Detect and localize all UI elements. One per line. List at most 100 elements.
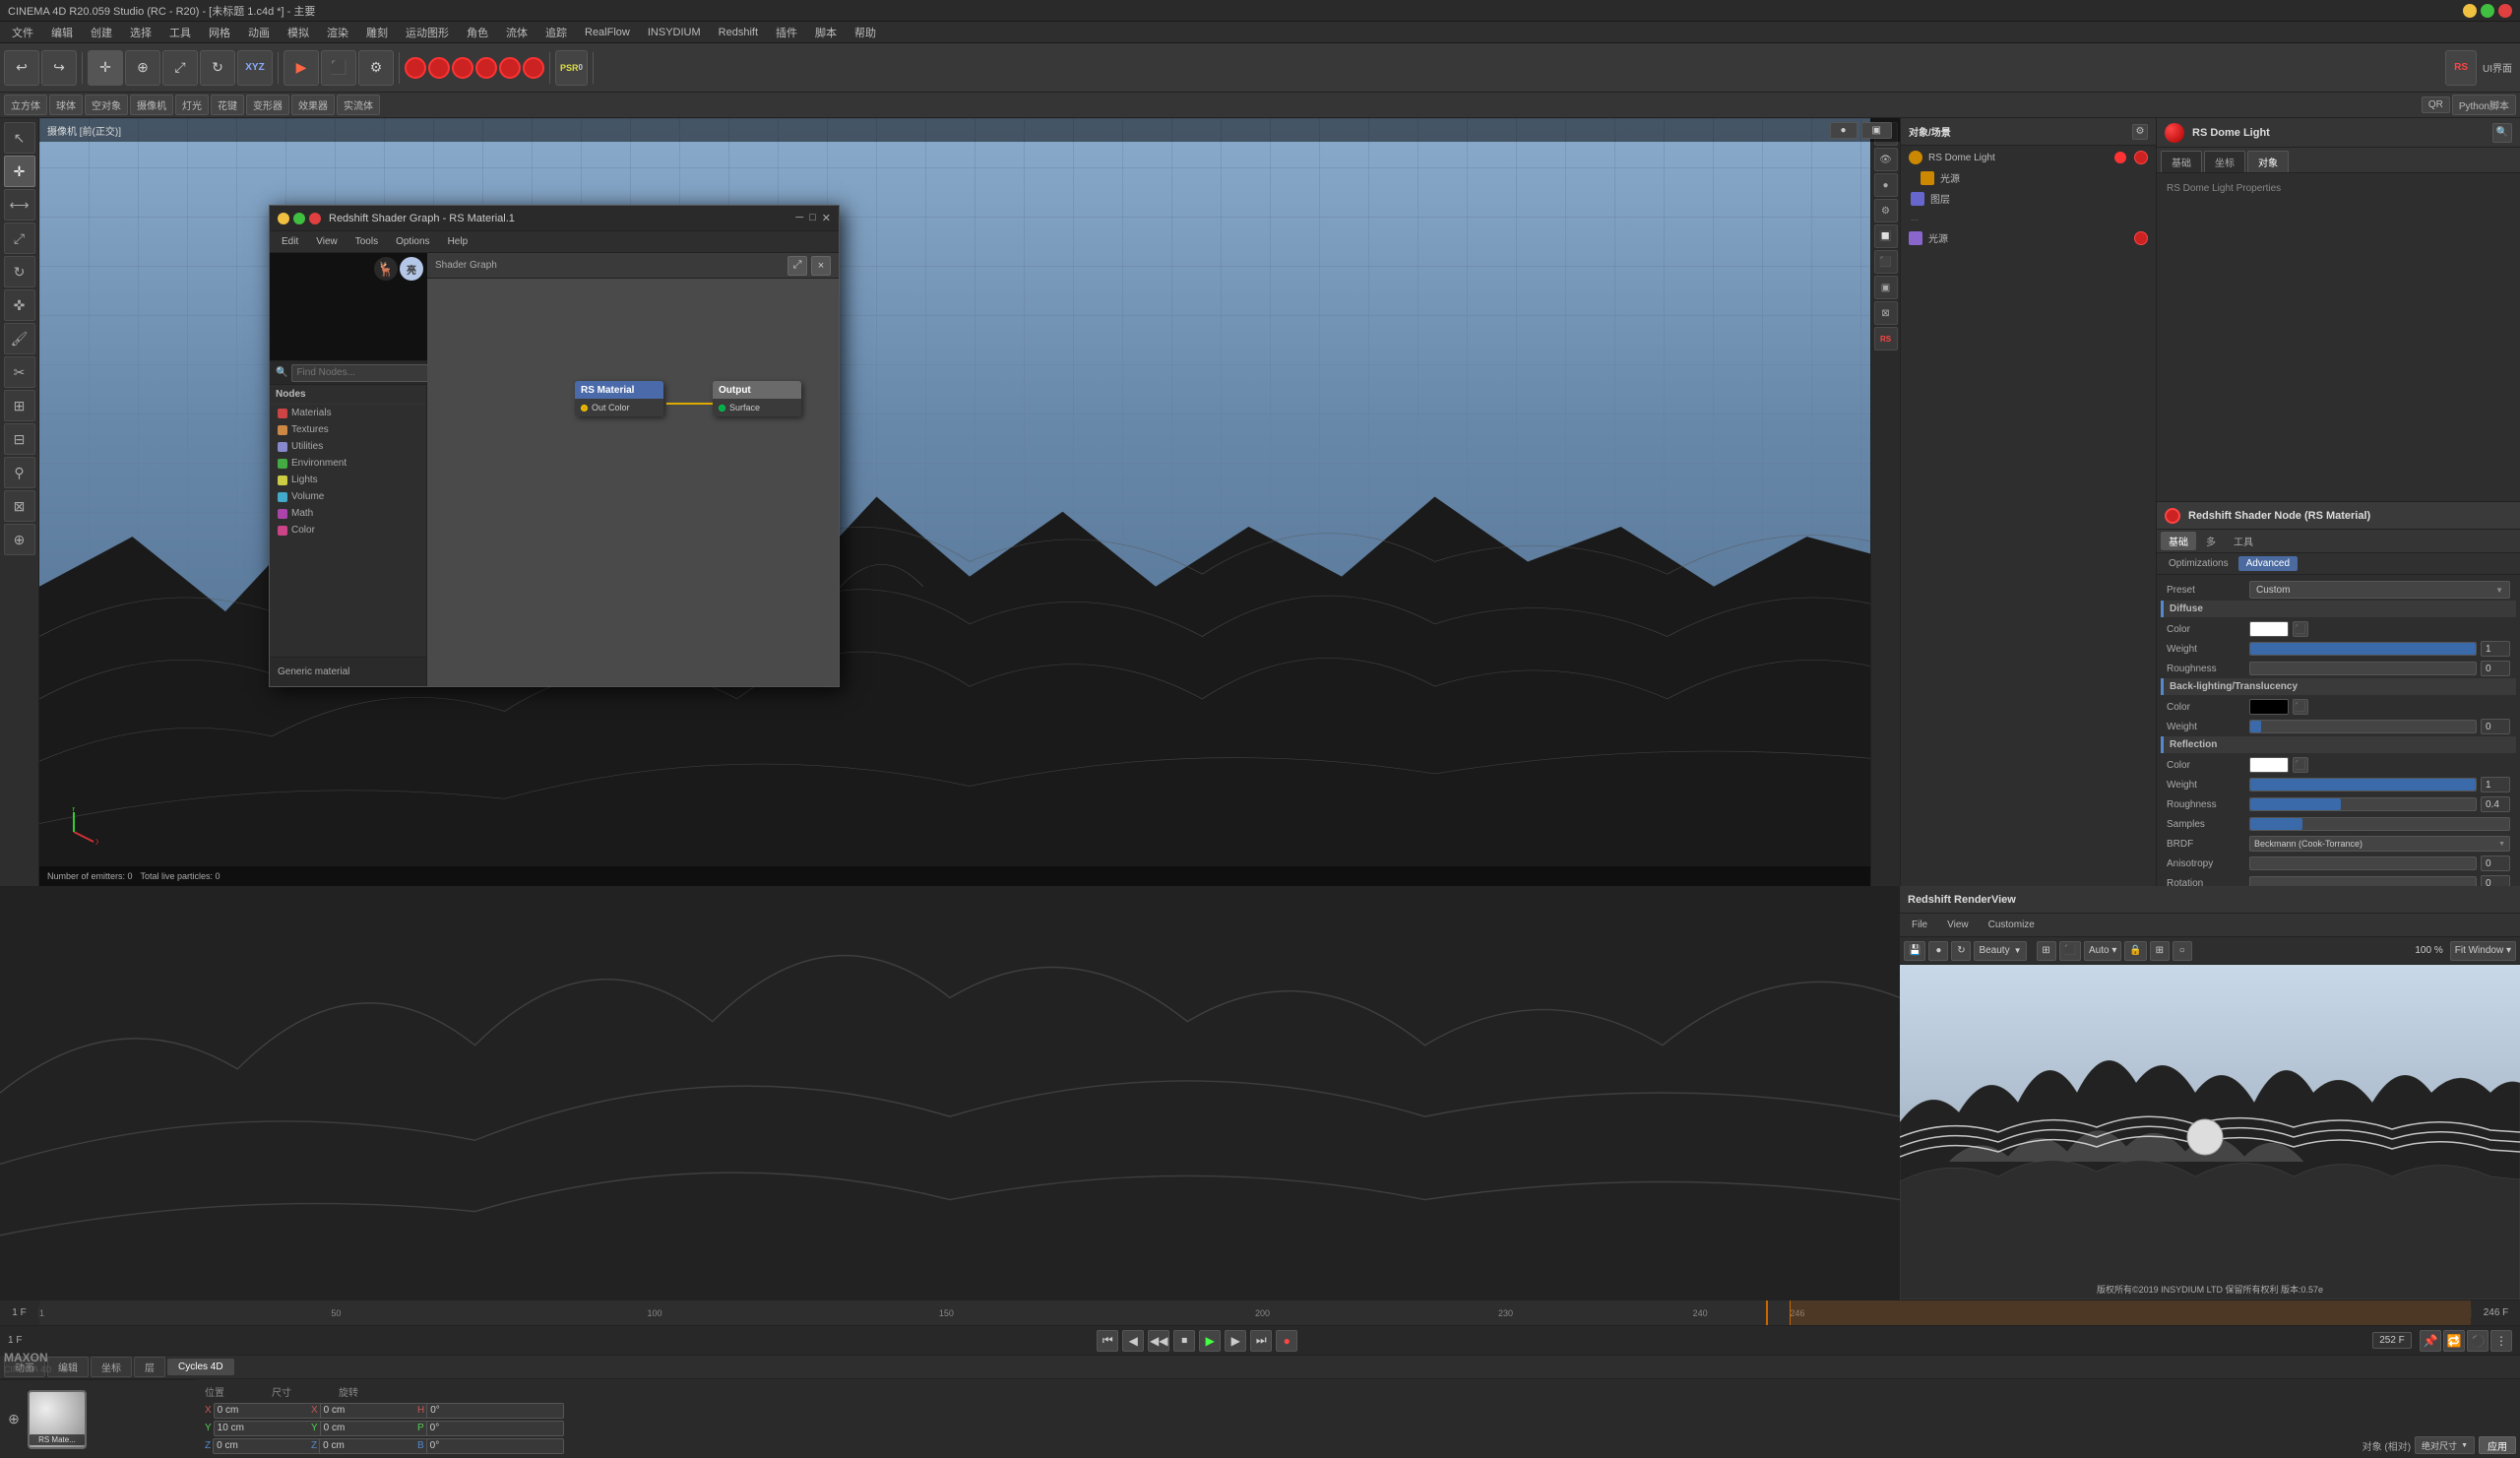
menu-animate[interactable]: 动画 [240,23,278,42]
refl-anisotropy-slider[interactable] [2249,856,2477,870]
rv-stop-btn[interactable]: ● [1928,941,1948,961]
menu-help[interactable]: 帮助 [847,23,884,42]
mat-area-icon[interactable]: ⊕ [4,1410,24,1429]
sg-node-materials[interactable]: Materials [270,405,426,421]
sidebar-loop[interactable]: ⊕ [4,524,35,555]
viewport-display-btn[interactable]: ▣ [1861,122,1892,139]
tool-deformer[interactable]: 变形器 [246,95,289,115]
sg-fit-btn[interactable]: ⤢ [788,256,807,276]
tab-edit[interactable]: 编辑 [47,1357,89,1377]
vp-icon-8[interactable]: ⊠ [1874,301,1898,325]
sg-node-lights[interactable]: Lights [270,472,426,488]
sg-node-environment[interactable]: Environment [270,455,426,472]
menu-track[interactable]: 追踪 [537,23,575,42]
refl-color-picker-btn[interactable]: ⬛ [2293,757,2308,773]
sg-canvas[interactable]: Shader Graph ⤢ × RS Material [427,253,839,686]
sidebar-scale[interactable]: ⤢ [4,222,35,254]
tool-cylinder[interactable]: 球体 [49,95,83,115]
prop-tab-coord[interactable]: 坐标 [2204,151,2245,172]
sg-node-textures[interactable]: Textures [270,421,426,438]
diffuse-weight-slider[interactable] [2249,642,2477,656]
backlit-picker-btn[interactable]: ⬛ [2293,699,2308,715]
btn-qr[interactable]: QR [2422,96,2450,113]
vp-icon-2[interactable]: 👁 [1874,148,1898,171]
menu-sculpt[interactable]: 雕刻 [358,23,396,42]
backlit-section[interactable]: Back-lighting/Translucency [2161,678,2516,695]
sidebar-transform[interactable]: ⟷ [4,189,35,221]
refl-weight-input[interactable]: 1 [2481,777,2510,792]
tab-coord[interactable]: 坐标 [91,1357,132,1377]
sg-node-volume[interactable]: Volume [270,488,426,505]
sg-node-color[interactable]: Color [270,522,426,539]
header-search-btn[interactable]: 🔍 [2492,123,2512,143]
menu-redshift[interactable]: Redshift [711,25,766,40]
refl-rotation-slider[interactable] [2249,876,2477,886]
tab-cycles4d[interactable]: Cycles 4D [167,1359,234,1375]
mat-subtab-optimizations[interactable]: Optimizations [2161,556,2236,571]
menu-edit[interactable]: 编辑 [43,23,81,42]
obj-layer[interactable]: 图层 [1903,188,2154,209]
tool-undo[interactable]: ↩ [4,50,39,86]
btn-record[interactable]: ● [1276,1330,1297,1352]
rv-menu-file[interactable]: File [1904,918,1935,932]
rv-mode-btn[interactable]: ⬛ [2059,941,2081,961]
rs-material-node[interactable]: RS Material Out Color [575,381,663,416]
refl-roughness-input[interactable]: 0.4 [2481,796,2510,812]
rs-material-thumb[interactable]: RS Mate... [28,1390,87,1449]
mat-subtab-advanced[interactable]: Advanced [2238,556,2298,571]
sg-menu-options[interactable]: Options [388,234,437,249]
tool-render-settings[interactable]: ⚙ [358,50,394,86]
diffuse-weight-input[interactable]: 1 [2481,641,2510,657]
obj-settings-btn[interactable]: ⚙ [2132,124,2148,140]
tab-layer[interactable]: 层 [134,1357,165,1377]
sidebar-weld[interactable]: ⊠ [4,490,35,522]
rv-auto-dropdown[interactable]: Auto ▾ [2084,941,2121,961]
prop-tab-basic[interactable]: 基础 [2161,151,2202,172]
diffuse-color-swatch[interactable] [2249,621,2289,637]
sg-node-utilities[interactable]: Utilities [270,438,426,455]
menu-select[interactable]: 选择 [122,23,159,42]
menu-insydium[interactable]: INSYDIUM [640,25,709,40]
roughness-slider[interactable] [2249,662,2477,675]
psr-button[interactable]: PSR0 [555,50,588,86]
btn-stop[interactable]: ⏹ [1173,1330,1195,1352]
apply-btn[interactable]: 应用 [2479,1436,2516,1454]
rv-grid-btn[interactable]: ⊞ [2150,941,2170,961]
sg-close-btn[interactable]: ✕ [309,213,321,224]
sidebar-extrude[interactable]: ⊞ [4,390,35,421]
prop-tab-object[interactable]: 对象 [2247,151,2289,172]
preset-dropdown[interactable]: Custom ▼ [2249,581,2510,599]
menu-file[interactable]: 文件 [4,23,41,42]
mat-tab-tools[interactable]: 工具 [2226,532,2261,550]
xyz-toggle[interactable]: XYZ [237,50,273,86]
tool-render-region[interactable]: ⬛ [321,50,356,86]
menu-mesh[interactable]: 网格 [201,23,238,42]
sidebar-magnet[interactable]: ⚲ [4,457,35,488]
rv-beauty-dropdown[interactable]: Beauty ▼ [1974,941,2026,961]
viewport[interactable]: 摄像机 [前(正交)] ● ▣ X Y Number of emitters: … [39,118,1900,886]
brdf-dropdown[interactable]: Beckmann (Cook-Torrance) ▼ [2249,836,2510,852]
sg-find-input[interactable] [291,364,431,382]
rs-button[interactable]: RS [2445,50,2477,86]
sg-menu-help[interactable]: Help [440,234,476,249]
minimize-button[interactable] [2463,4,2477,18]
obj-light[interactable]: 光源 [1903,167,2154,188]
vp-icon-3[interactable]: ● [1874,173,1898,197]
sidebar-move[interactable]: ✜ [4,289,35,321]
y-rot-input[interactable] [426,1421,564,1436]
sidebar-bridge[interactable]: ⊟ [4,423,35,455]
tool-rotate[interactable]: ↻ [200,50,235,86]
rv-save-btn[interactable]: 💾 [1904,941,1925,961]
sg-menu-tools[interactable]: Tools [347,234,386,249]
sidebar-select[interactable]: ↖ [4,122,35,154]
menu-fluid[interactable]: 流体 [498,23,536,42]
refl-anisotropy-input[interactable]: 0 [2481,856,2510,871]
rv-refresh-btn[interactable]: ↻ [1951,941,1971,961]
timeline-ruler[interactable]: 1 50 100 150 200 230 240 246 [39,1300,2471,1325]
refl-weight-slider[interactable] [2249,778,2477,792]
tool-realflow[interactable]: 实流体 [337,95,380,115]
menu-plugins[interactable]: 插件 [768,23,805,42]
sidebar-paint[interactable]: 🖌 [4,323,35,354]
btn-autokey[interactable]: ⚫ [2467,1330,2488,1352]
diffuse-color-picker-btn[interactable]: ⬛ [2293,621,2308,637]
